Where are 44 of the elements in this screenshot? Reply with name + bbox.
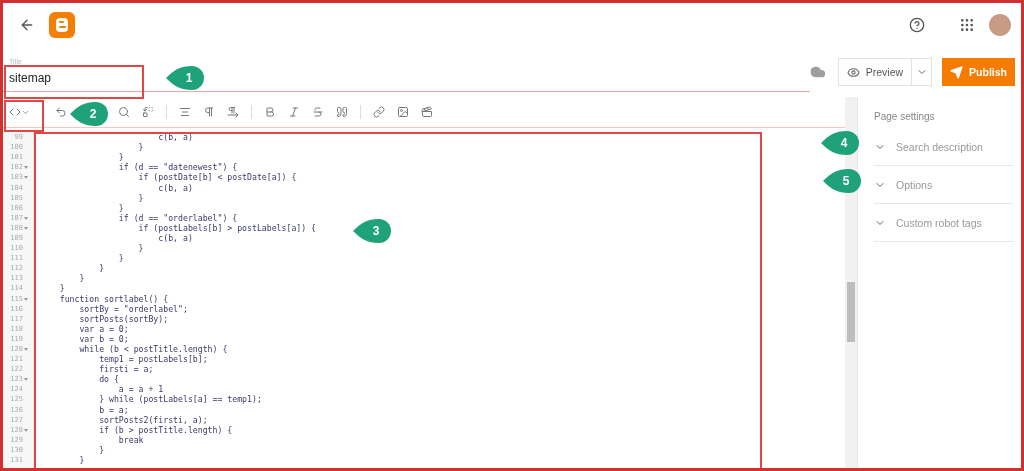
code-line: do { (98, 374, 119, 385)
code-line: if (postLabels[b] > postLabels[a]) { (137, 222, 317, 233)
code-line: if (d == "datenewest") { (117, 162, 238, 173)
code-line: temp1 = postLabels[b]; (98, 354, 208, 365)
code-line: } (117, 202, 124, 213)
code-line: } (137, 243, 144, 254)
settings-item[interactable]: Options (874, 166, 1013, 204)
callout-badge: 5 (823, 169, 863, 193)
code-line: while (b < postTitle.length) { (78, 344, 228, 354)
code-line: break (117, 434, 144, 445)
code-line: if (d == "orderlabel") { (117, 212, 238, 223)
code-line: sortPosts(sortBy); (78, 313, 169, 324)
settings-item[interactable]: Search description (874, 128, 1013, 166)
code-line: function sortlabel() { (58, 293, 169, 304)
code-line: } (78, 273, 85, 284)
code-line: var b = 0; (78, 333, 129, 344)
title-value: sitemap (9, 71, 52, 85)
code-line: } (98, 444, 105, 455)
code-line: sortBy = "orderlabel"; (78, 303, 188, 314)
callout-badge: 1 (166, 66, 206, 90)
panel-heading: Page settings (874, 111, 936, 122)
code-line: } (137, 192, 144, 203)
code-line: } (137, 142, 144, 153)
preview-button[interactable]: Preview (837, 58, 913, 86)
code-line: } (58, 283, 65, 294)
code-line: var a = 0; (78, 323, 129, 334)
code-line: } (78, 455, 85, 466)
code-line: a = a + 1 (117, 384, 164, 395)
code-line: } (98, 263, 105, 274)
callout-badge: 2 (70, 102, 110, 126)
code-line: if (postDate[b] < postDate[a]) { (137, 172, 297, 183)
code-line: firsti = a; (98, 364, 154, 375)
publish-button[interactable]: Publish (942, 58, 1015, 86)
code-line: c(b, a) (157, 233, 193, 243)
callout-badge: 4 (821, 131, 861, 155)
code-line: b = a; (98, 404, 129, 415)
code-line: sortPosts2(firsti, a); (98, 414, 208, 425)
code-line: if (b > postTitle.length) { (98, 424, 233, 435)
code-line: } (117, 253, 124, 264)
code-line: } while (postLabels[a] == temp1); (98, 394, 262, 405)
callout-badge: 3 (353, 219, 393, 243)
code-line: c(b, a) (157, 182, 193, 193)
settings-item[interactable]: Custom robot tags (874, 204, 1013, 242)
code-line: } (117, 152, 124, 163)
